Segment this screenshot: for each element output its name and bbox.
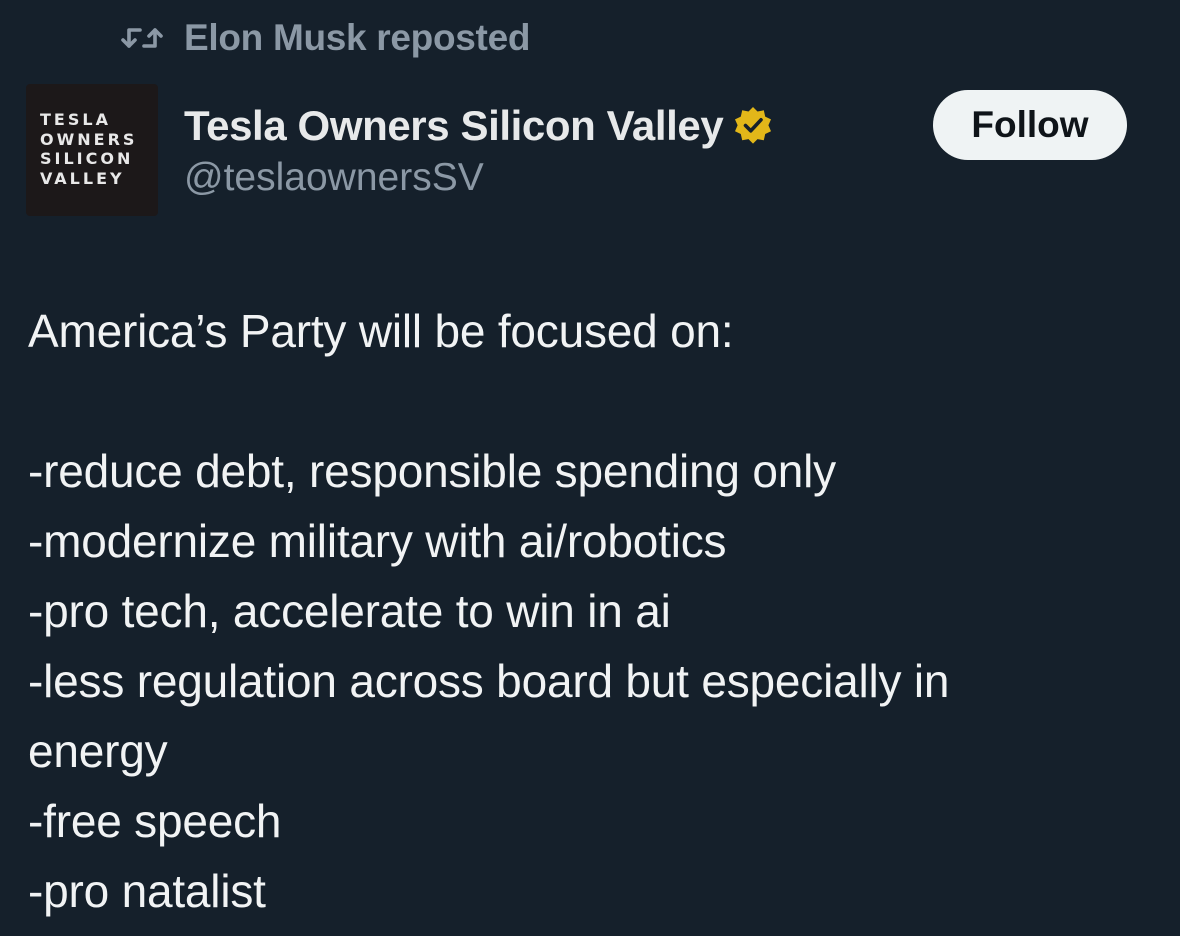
repost-text: Elon Musk reposted <box>184 17 531 58</box>
repost-icon <box>120 22 164 54</box>
author-display-name[interactable]: Tesla Owners Silicon Valley <box>184 102 724 150</box>
repost-indicator[interactable]: Elon Musk reposted <box>120 14 530 62</box>
tweet-card: Elon Musk reposted TESLA OWNERS SILICON … <box>0 0 1180 936</box>
tweet-point: energy <box>28 725 168 777</box>
author-name-row[interactable]: Tesla Owners Silicon Valley <box>184 96 775 156</box>
avatar-logo: TESLA OWNERS SILICON VALLEY <box>40 110 137 188</box>
tweet-point: -reduce debt, responsible spending only <box>28 445 836 497</box>
tweet-point: -less regulation across board but especi… <box>28 655 950 707</box>
tweet-point: -modernize military with ai/robotics <box>28 515 727 567</box>
verified-badge-icon[interactable] <box>731 104 775 148</box>
tweet-point: -pro natalist <box>28 865 266 917</box>
avatar-logo-line: SILICON <box>40 149 134 168</box>
author-handle[interactable]: @teslaownersSV <box>184 156 484 200</box>
avatar-logo-line: TESLA <box>40 110 111 129</box>
tweet-text: America’s Party will be focused on: -red… <box>28 296 1158 926</box>
tweet-point: -pro tech, accelerate to win in ai <box>28 585 671 637</box>
avatar-logo-line: VALLEY <box>40 168 125 188</box>
avatar-logo-line: OWNERS <box>40 129 138 149</box>
tweet-point: -free speech <box>28 795 282 847</box>
tweet-intro: America’s Party will be focused on: <box>28 305 734 357</box>
follow-button[interactable]: Follow <box>933 90 1127 160</box>
avatar[interactable]: TESLA OWNERS SILICON VALLEY <box>26 84 158 216</box>
